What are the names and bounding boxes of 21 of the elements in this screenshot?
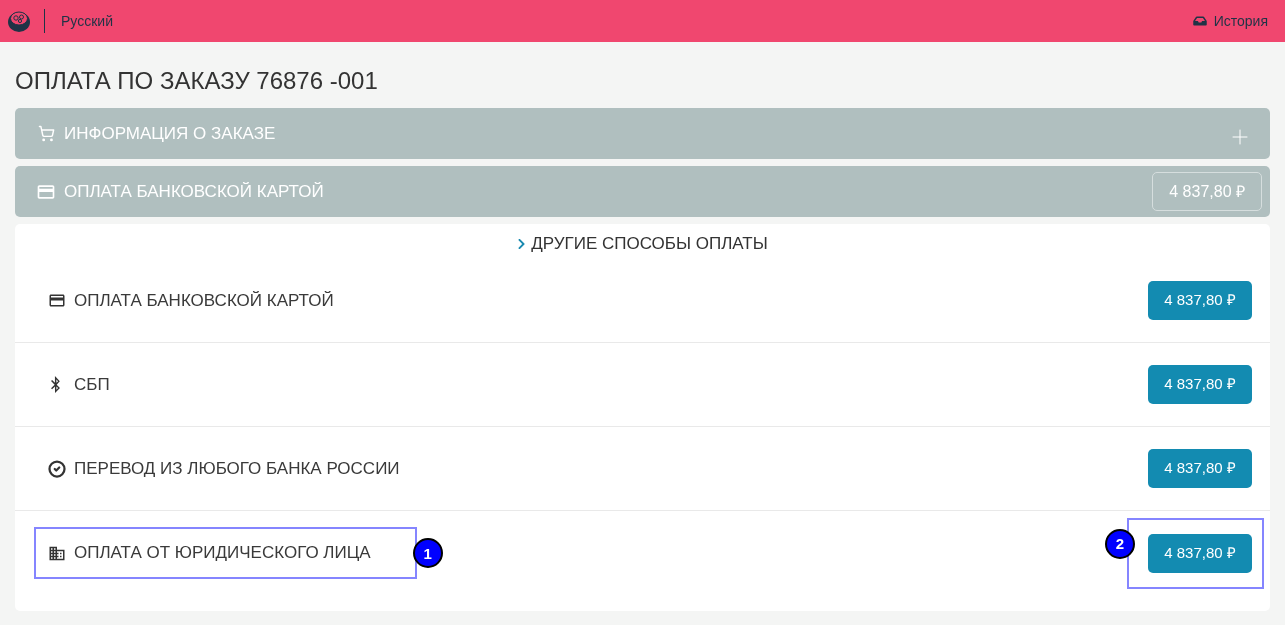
method-label: ОПЛАТА БАНКОВСКОЙ КАРТОЙ xyxy=(74,289,334,312)
page-title: ОПЛАТА ПО ЗАКАЗУ 76876 -001 xyxy=(15,67,379,95)
chevron-right-icon xyxy=(517,237,527,250)
cart-icon xyxy=(37,125,55,142)
check-circle-icon xyxy=(48,459,66,478)
language-link[interactable]: Русский xyxy=(61,10,113,32)
inbox-icon xyxy=(1192,15,1207,27)
other-methods-toggle[interactable]: ДРУГИЕ СПОСОБЫ ОПЛАТЫ xyxy=(517,230,768,257)
number-marker: 1 xyxy=(412,538,443,568)
method-label: ПЕРЕВОД ИЗ ЛЮБОГО БАНКА РОССИИ xyxy=(74,457,400,480)
pay-button[interactable]: 4 837,80 ₽ xyxy=(1148,449,1252,488)
pay-button[interactable]: 4 837,80 ₽ xyxy=(1148,365,1252,404)
pay-button[interactable]: 4 837,80 ₽ xyxy=(1148,281,1252,320)
number-marker: 2 xyxy=(1105,528,1135,559)
method-label: ОПЛАТА ОТ ЮРИДИЧЕСКОГО ЛИЦА xyxy=(74,542,371,564)
sushi-roll-icon xyxy=(8,10,30,32)
amount-badge: 4 837,80 ₽ xyxy=(1152,172,1262,211)
bluetooth-icon xyxy=(48,376,63,393)
history-link[interactable]: История xyxy=(1192,10,1268,32)
method-label: СБП xyxy=(74,373,110,396)
pay-button[interactable]: 4 837,80 ₽ xyxy=(1148,533,1252,573)
